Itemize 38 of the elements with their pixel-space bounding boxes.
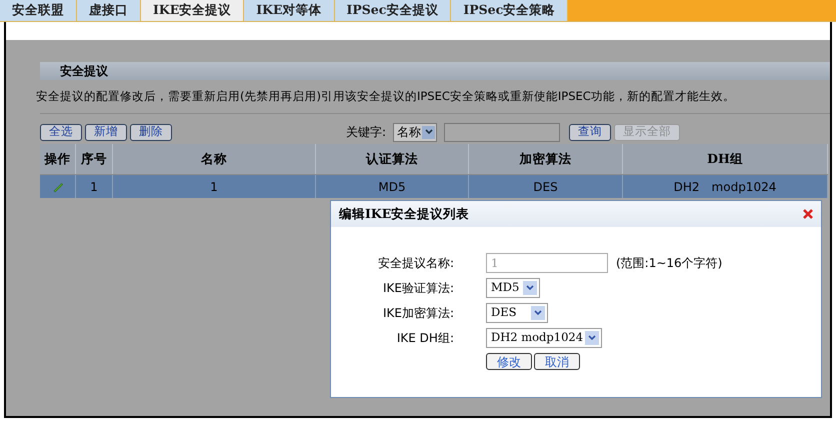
button[interactable]: 删除 [130,124,172,140]
field-label: IKE DH组: [396,330,455,347]
select-field[interactable]: DH2 modp1024 [486,328,602,348]
field-label: IKE验证算法: [382,280,455,297]
button[interactable]: 取消 [534,353,580,370]
tab[interactable]: IKE对等体 [244,0,334,21]
table-cell: 1 [76,175,113,198]
range-hint: (范围:1~16个字符) [616,255,722,272]
table-cell: 1 [113,175,316,198]
dropdown-icon [422,126,435,138]
dropdown-icon [585,331,599,345]
table-cell: DH2 modp1024 [623,175,828,198]
tab[interactable]: IPSec安全提议 [334,0,452,21]
table-cell: DES [469,175,623,198]
field-select[interactable]: 名称 [393,122,437,142]
select-field[interactable]: DES [486,303,548,323]
edit-pencil-icon[interactable] [52,180,64,192]
button[interactable]: 修改 [486,353,532,370]
search-field[interactable] [444,122,560,142]
keyword-label: 关键字: [346,124,386,141]
close-icon[interactable] [803,209,813,219]
tab[interactable]: IPSec安全策略 [451,0,568,21]
select-field[interactable]: MD5 [486,278,540,298]
dropdown-icon [523,281,537,295]
field-label: IKE加密算法: [382,305,455,322]
notice-text: 安全提议的配置修改后，需要重新启用(先禁用再启用)引用该安全提议的IPSEC安全策略或重新使能IPSEC功能，新的配置才能生效。 [36,88,735,105]
tab[interactable]: 虚接口 [77,0,141,21]
tab[interactable]: 安全联盟 [0,0,77,21]
tab[interactable]: IKE安全提议 [141,0,244,21]
button[interactable]: 新增 [85,124,127,140]
dropdown-icon [531,306,545,320]
table-cell: MD5 [316,175,469,198]
button[interactable]: 全选 [40,124,82,140]
table-row[interactable]: 1 1 MD5 DES DH2 modp1024 [40,174,828,198]
dialog-title: 编辑IKE安全提议列表 [339,204,470,223]
field-label: 安全提议名称: [376,255,455,272]
button[interactable]: 查询 [569,124,611,140]
panel-title: 安全提议 [60,63,108,80]
